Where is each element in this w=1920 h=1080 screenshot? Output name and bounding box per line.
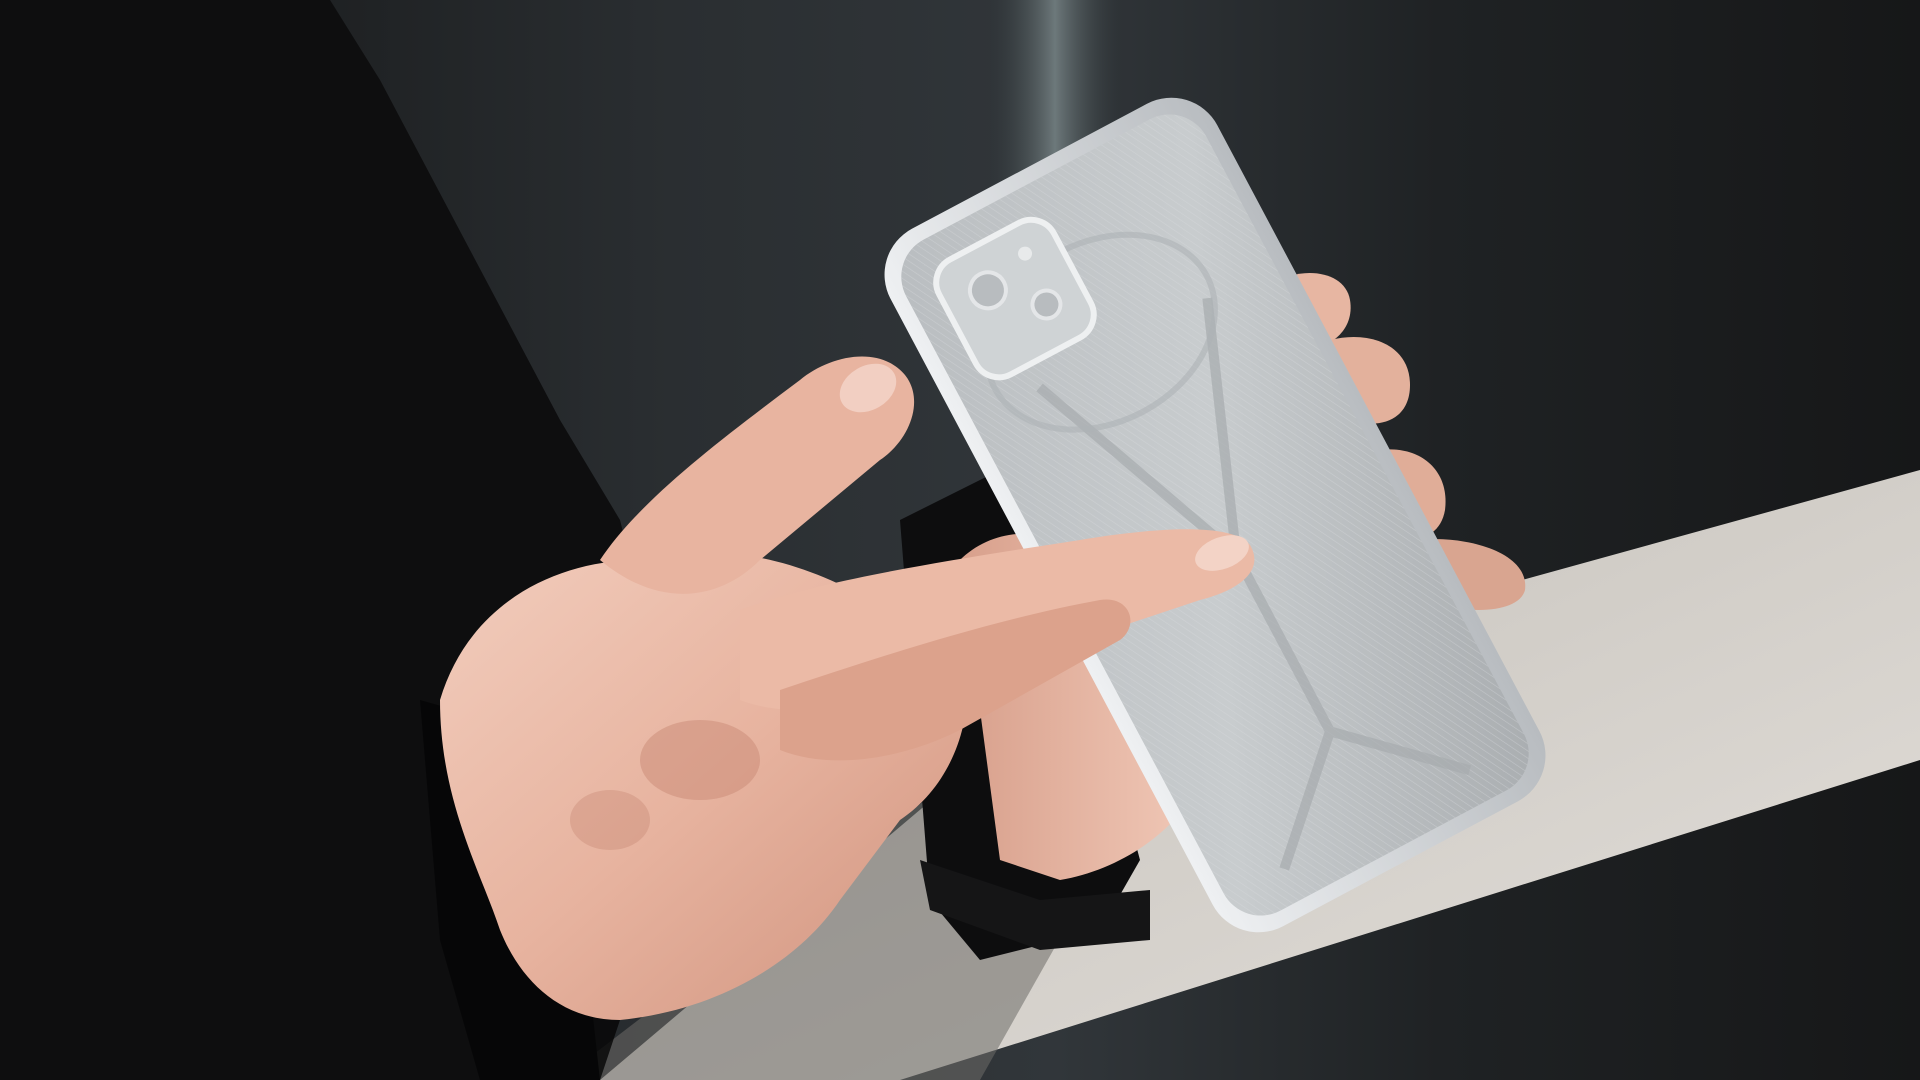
knuckle-shadow: [570, 790, 650, 850]
photo-scene: [0, 0, 1920, 1080]
knuckle-shadow: [640, 720, 760, 800]
photo-illustration: [0, 0, 1920, 1080]
